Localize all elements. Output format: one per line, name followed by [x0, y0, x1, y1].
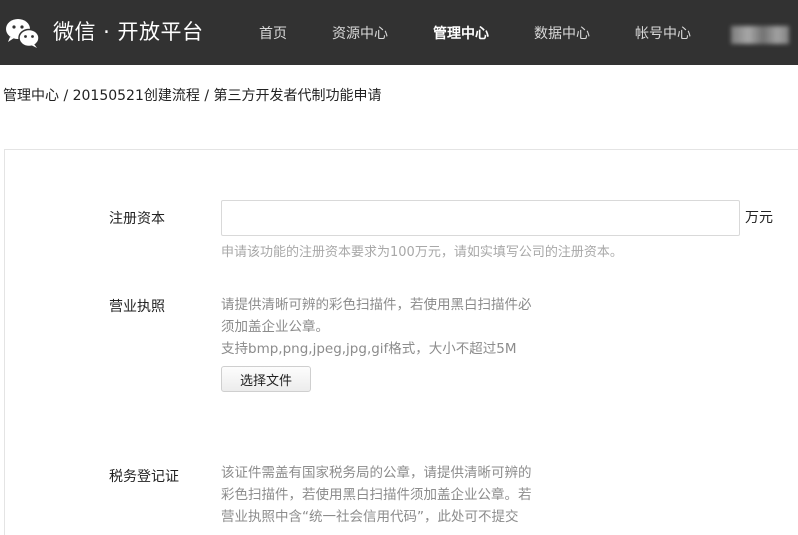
- nav-item-data[interactable]: 数据中心: [534, 24, 590, 44]
- tax-desc-line: 该证件需盖有国家税务局的公章，请提供清晰可辨的: [221, 465, 532, 481]
- license-desc-line: 请提供清晰可辨的彩色扫描件，若使用黑白扫描件必: [221, 297, 532, 313]
- nav-item-management[interactable]: 管理中心: [433, 24, 489, 44]
- tax-desc-line: 彩色扫描件，若使用黑白扫描件须加盖企业公章。若: [221, 487, 532, 503]
- choose-file-button[interactable]: 选择文件: [221, 366, 311, 392]
- license-desc-line: 支持bmp,png,jpeg,jpg,gif格式，大小不超过5M: [221, 341, 517, 357]
- nav-item-account[interactable]: 帐号中心: [635, 24, 691, 44]
- brand-title[interactable]: 微信 · 开放平台: [53, 18, 204, 46]
- tax-description: 该证件需盖有国家税务局的公章，请提供清晰可辨的 彩色扫描件，若使用黑白扫描件须加…: [221, 462, 551, 528]
- capital-hint: 申请该功能的注册资本要求为100万元，请如实填写公司的注册资本。: [221, 245, 623, 260]
- wechat-logo-icon[interactable]: [4, 15, 40, 51]
- license-description: 请提供清晰可辨的彩色扫描件，若使用黑白扫描件必 须加盖企业公章。 支持bmp,p…: [221, 294, 551, 360]
- tax-desc-line: 营业执照中含“统一社会信用代码”，此处可不提交: [221, 509, 519, 525]
- license-label: 营业执照: [109, 299, 165, 315]
- tax-label: 税务登记证: [109, 469, 179, 485]
- breadcrumb: 管理中心 / 20150521创建流程 / 第三方开发者代制功能申请: [3, 88, 382, 104]
- capital-unit: 万元: [745, 210, 773, 226]
- nav-item-home[interactable]: 首页: [259, 24, 287, 44]
- nav-item-resources[interactable]: 资源中心: [332, 24, 388, 44]
- license-desc-line: 须加盖企业公章。: [221, 319, 329, 335]
- top-navigation-bar: 微信 · 开放平台 首页 资源中心 管理中心 数据中心 帐号中心: [0, 0, 798, 65]
- capital-input[interactable]: [221, 200, 740, 236]
- capital-label: 注册资本: [109, 211, 165, 227]
- redacted-username: [731, 26, 789, 44]
